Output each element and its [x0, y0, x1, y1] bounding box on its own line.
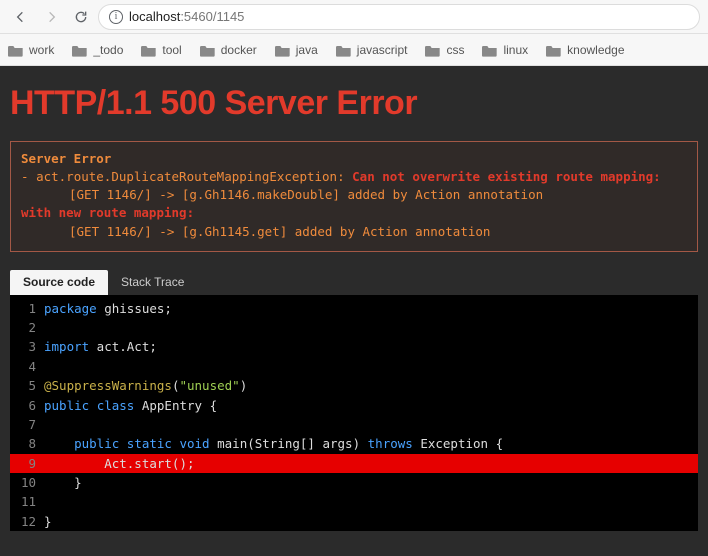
code-content: public static void main(String[] args) t…	[44, 434, 503, 453]
bookmark-item[interactable]: linux	[482, 43, 528, 57]
code-line: 8 public static void main(String[] args)…	[10, 434, 698, 453]
code-line: 2	[10, 318, 698, 337]
error-message-2: with new route mapping:	[21, 205, 194, 220]
code-line: 6public class AppEntry {	[10, 396, 698, 415]
reload-icon	[73, 9, 89, 25]
page-title: HTTP/1.1 500 Server Error	[10, 84, 698, 123]
tab-bar: Source code Stack Trace	[10, 270, 698, 295]
bookmark-label: java	[296, 43, 318, 57]
line-number: 10	[10, 473, 44, 492]
code-content	[44, 357, 52, 376]
address-bar[interactable]: i localhost:5460/1145	[98, 4, 700, 30]
error-prefix: -	[21, 169, 36, 184]
bookmark-label: javascript	[357, 43, 408, 57]
source-code-panel: 1package ghissues;2 3import act.Act;4 5@…	[10, 295, 698, 532]
folder-icon	[8, 43, 24, 57]
error-route-1: [GET 1146/] -> [g.Gh1146.makeDouble] add…	[21, 186, 687, 204]
bookmark-item[interactable]: _todo	[72, 43, 123, 57]
forward-button[interactable]	[38, 4, 64, 30]
code-content: }	[44, 512, 52, 531]
line-number: 11	[10, 492, 44, 511]
url-host: localhost	[129, 9, 180, 24]
code-content: public class AppEntry {	[44, 396, 217, 415]
tab-source-code[interactable]: Source code	[10, 270, 108, 295]
bookmark-label: _todo	[93, 43, 123, 57]
code-content: Act.start();	[44, 454, 195, 473]
line-number: 8	[10, 434, 44, 453]
code-content	[44, 318, 52, 337]
arrow-right-icon	[43, 9, 59, 25]
code-line: 10 }	[10, 473, 698, 492]
bookmark-label: tool	[162, 43, 181, 57]
folder-icon	[546, 43, 562, 57]
line-number: 6	[10, 396, 44, 415]
tab-stack-trace[interactable]: Stack Trace	[108, 270, 197, 295]
bookmark-label: work	[29, 43, 54, 57]
line-number: 2	[10, 318, 44, 337]
line-number: 4	[10, 357, 44, 376]
line-number: 7	[10, 415, 44, 434]
line-number: 9	[10, 454, 44, 473]
code-line: 12}	[10, 512, 698, 531]
error-detail-box: Server Error - act.route.DuplicateRouteM…	[10, 141, 698, 252]
line-number: 5	[10, 376, 44, 395]
back-button[interactable]	[8, 4, 34, 30]
error-route-2: [GET 1146/] -> [g.Gh1145.get] added by A…	[21, 223, 687, 241]
url-path: :5460/1145	[180, 9, 244, 24]
folder-icon	[482, 43, 498, 57]
code-content	[44, 415, 52, 434]
bookmark-label: docker	[221, 43, 257, 57]
code-content: @SuppressWarnings("unused")	[44, 376, 247, 395]
bookmark-label: knowledge	[567, 43, 624, 57]
error-page: HTTP/1.1 500 Server Error Server Error -…	[0, 66, 708, 556]
line-number: 3	[10, 337, 44, 356]
code-content: }	[44, 473, 82, 492]
arrow-left-icon	[13, 9, 29, 25]
error-message-1: Can not overwrite existing route mapping…	[352, 169, 661, 184]
bookmark-label: linux	[503, 43, 528, 57]
site-info-icon[interactable]: i	[109, 10, 123, 24]
folder-icon	[72, 43, 88, 57]
line-number: 12	[10, 512, 44, 531]
code-line: 1package ghissues;	[10, 299, 698, 318]
code-line: 5@SuppressWarnings("unused")	[10, 376, 698, 395]
code-line: 3import act.Act;	[10, 337, 698, 356]
bookmarks-bar: work _todo tool docker java javascript css linu…	[0, 34, 708, 66]
code-content	[44, 492, 52, 511]
code-line: 4	[10, 357, 698, 376]
bookmark-item[interactable]: javascript	[336, 43, 408, 57]
error-exception: act.route.DuplicateRouteMappingException…	[36, 169, 352, 184]
bookmark-item[interactable]: work	[8, 43, 54, 57]
bookmark-label: css	[446, 43, 464, 57]
bookmark-item[interactable]: knowledge	[546, 43, 624, 57]
line-number: 1	[10, 299, 44, 318]
code-line: 11	[10, 492, 698, 511]
code-content: import act.Act;	[44, 337, 157, 356]
folder-icon	[200, 43, 216, 57]
bookmark-item[interactable]: java	[275, 43, 318, 57]
bookmark-item[interactable]: css	[425, 43, 464, 57]
code-line: 7	[10, 415, 698, 434]
error-header: Server Error	[21, 151, 111, 166]
folder-icon	[141, 43, 157, 57]
bookmark-item[interactable]: docker	[200, 43, 257, 57]
folder-icon	[336, 43, 352, 57]
bookmark-item[interactable]: tool	[141, 43, 181, 57]
folder-icon	[425, 43, 441, 57]
code-line: 9 Act.start();	[10, 454, 698, 473]
folder-icon	[275, 43, 291, 57]
reload-button[interactable]	[68, 4, 94, 30]
browser-toolbar: i localhost:5460/1145	[0, 0, 708, 34]
code-content: package ghissues;	[44, 299, 172, 318]
